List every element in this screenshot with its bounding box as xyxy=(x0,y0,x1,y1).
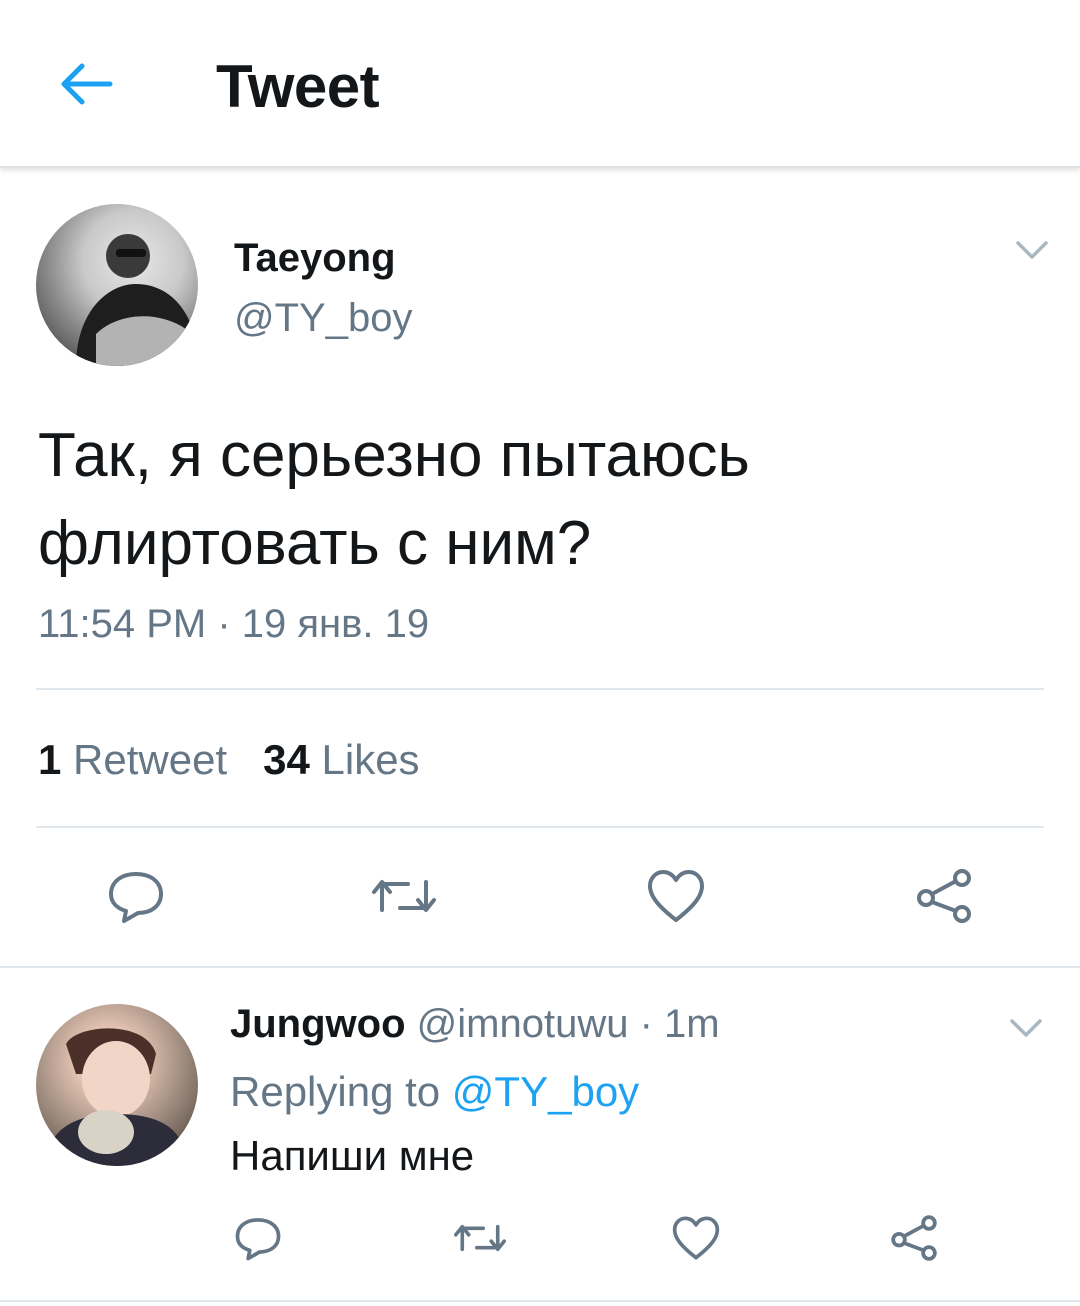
tweet-menu-button[interactable] xyxy=(1012,236,1052,264)
divider xyxy=(0,1300,1080,1302)
divider xyxy=(36,826,1044,828)
tweet-text-line: Так, я серьезно пытаюсь xyxy=(38,421,750,490)
retweet-icon xyxy=(372,880,436,912)
page-title: Tweet xyxy=(216,53,380,120)
author-handle[interactable]: @TY_boy xyxy=(234,296,412,341)
reply-time: · 1m xyxy=(639,1002,720,1046)
chevron-down-icon xyxy=(1010,1019,1042,1037)
top-app-bar: Tweet xyxy=(0,0,1080,168)
reply-like-button[interactable] xyxy=(656,1198,736,1278)
replying-to-mention[interactable]: @TY_boy xyxy=(452,1068,639,1115)
reply-header: Jungwoo @imnotuwu · 1m xyxy=(230,1002,720,1047)
tweet-text: Так, я серьезно пытаюсь флиртовать с ним… xyxy=(38,412,1038,588)
divider xyxy=(36,688,1044,690)
retweet-icon xyxy=(454,1224,506,1252)
tweet-timestamp: 11:54 PM · 19 янв. 19 xyxy=(38,602,430,646)
tweet-text-line: флиртовать с ним? xyxy=(38,509,592,578)
reply-author-display-name[interactable]: Jungwoo xyxy=(230,1002,406,1046)
reply-retweet-button[interactable] xyxy=(440,1198,520,1278)
retweet-button[interactable] xyxy=(364,856,444,936)
likes-label: Likes xyxy=(321,736,420,783)
reply-icon xyxy=(235,1218,281,1261)
replying-to-label: Replying to xyxy=(230,1068,441,1115)
engagement-stats: 1 Retweet 34 Likes xyxy=(38,736,420,784)
reply-menu-button[interactable] xyxy=(1006,1014,1046,1042)
reply-share-button[interactable] xyxy=(874,1198,954,1278)
like-button[interactable] xyxy=(636,856,716,936)
avatar[interactable] xyxy=(36,204,198,366)
tweet-detail-page: Tweet Taeyong @TY_boy Так, я серьезно пы… xyxy=(0,0,1080,1306)
likes-stat[interactable]: 34 Likes xyxy=(263,736,419,784)
reply-reply-button[interactable] xyxy=(218,1198,298,1278)
like-icon xyxy=(672,1216,720,1260)
share-button[interactable] xyxy=(904,856,984,936)
arrow-left-icon xyxy=(61,63,113,105)
likes-count: 34 xyxy=(263,736,310,783)
reply-icon xyxy=(109,872,163,923)
share-icon xyxy=(891,1215,937,1261)
reply-text: Напиши мне xyxy=(230,1132,475,1179)
author-display-name[interactable]: Taeyong xyxy=(234,236,396,281)
section-separator xyxy=(0,966,1080,968)
reply-avatar[interactable] xyxy=(36,1004,198,1166)
retweets-stat[interactable]: 1 Retweet xyxy=(38,736,227,784)
retweets-label: Retweet xyxy=(73,736,228,783)
back-button[interactable] xyxy=(56,56,116,112)
retweets-count: 1 xyxy=(38,736,62,783)
replying-to: Replying to @TY_boy xyxy=(230,1068,639,1116)
reply-button[interactable] xyxy=(96,856,176,936)
chevron-down-icon xyxy=(1016,241,1048,259)
like-icon xyxy=(648,870,704,922)
reply-author-handle[interactable]: @imnotuwu xyxy=(417,1002,629,1046)
share-icon xyxy=(917,869,971,923)
